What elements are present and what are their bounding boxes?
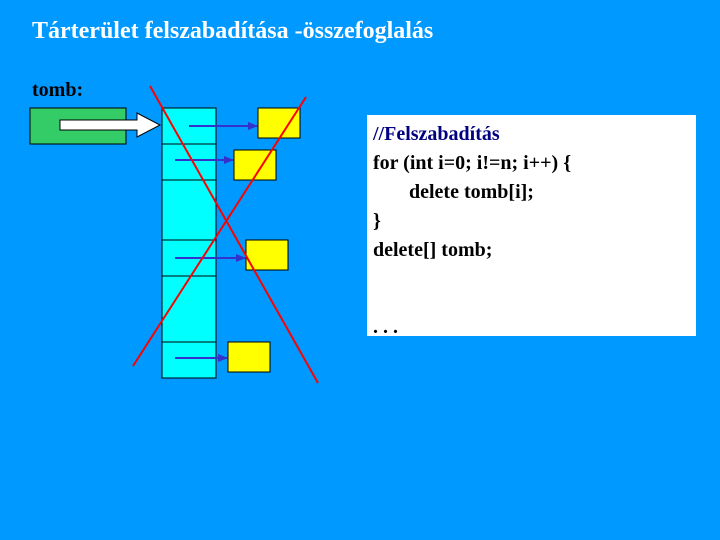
code-delete-array: delete[] tomb; [373, 239, 493, 261]
array-cell [161, 341, 217, 379]
code-for-loop: for (int i=0; i!=n; i++) { [373, 152, 572, 174]
heap-object [257, 107, 301, 139]
array-cell [161, 143, 217, 181]
pointer-array [161, 107, 217, 379]
code-block: //Felszabadítás for (int i=0; i!=n; i++)… [367, 115, 696, 338]
code-close-brace: } [373, 210, 381, 232]
code-comment: //Felszabadítás [373, 123, 500, 145]
heap-object [227, 341, 271, 373]
delete-cross-line [132, 96, 307, 367]
code-spacer [373, 265, 696, 313]
code-delete-element: delete tomb[i]; [409, 181, 534, 203]
code-ellipsis: . . . [373, 316, 398, 338]
